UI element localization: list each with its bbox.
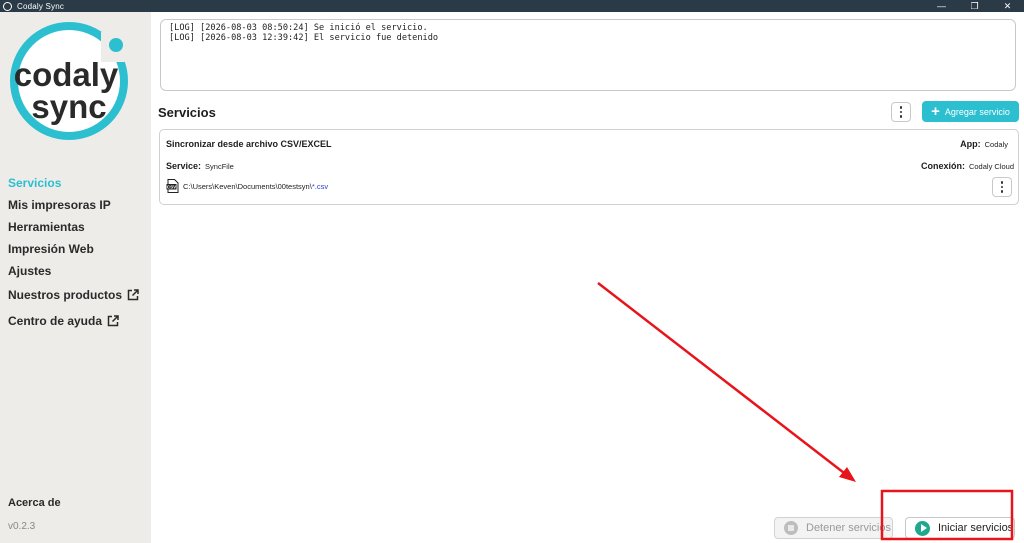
add-service-label: Agregar servicio bbox=[944, 106, 1010, 117]
window-controls: — ❐ ✕ bbox=[925, 0, 1024, 12]
sidebar-item-ayuda[interactable]: Centro de ayuda bbox=[8, 308, 148, 334]
log-line: [LOG] [2026-08-03 12:39:42] El servicio … bbox=[169, 33, 439, 43]
service-app: App: Codaly bbox=[960, 139, 1008, 149]
service-connection: Conexión: Codaly Cloud bbox=[921, 161, 1014, 171]
about-link[interactable]: Acerca de bbox=[8, 497, 61, 509]
log-output[interactable]: [LOG] [2026-08-03 08:50:24] Se inició el… bbox=[160, 19, 1016, 91]
sidebar: codaly sync Servicios Mis impresoras IP … bbox=[0, 12, 151, 543]
kebab-dot bbox=[899, 115, 903, 118]
sidebar-item-label: Ajustes bbox=[8, 264, 52, 278]
sidebar-item-label: Nuestros productos bbox=[8, 288, 123, 302]
sidebar-item-label: Centro de ayuda bbox=[8, 314, 103, 328]
kebab-dot bbox=[1000, 190, 1004, 193]
file-path: C:\Users\Keven\Documents\00testsyn\ bbox=[183, 181, 312, 191]
sidebar-item-productos[interactable]: Nuestros productos bbox=[8, 282, 148, 308]
service-type: Service: SyncFile bbox=[166, 161, 234, 171]
csv-file-icon: CSV bbox=[166, 179, 179, 193]
codaly-sync-logo: codaly sync bbox=[10, 22, 129, 140]
play-icon bbox=[915, 520, 930, 536]
app-icon bbox=[3, 1, 12, 11]
service-app-label: App: bbox=[960, 139, 981, 149]
stop-services-label: Detener servicios bbox=[806, 522, 891, 534]
title-bar: Codaly Sync — ❐ ✕ bbox=[0, 0, 1024, 12]
kebab-dot bbox=[899, 110, 903, 114]
maximize-icon[interactable]: ❐ bbox=[958, 0, 991, 12]
start-services-button[interactable]: Iniciar servicios bbox=[905, 517, 1015, 539]
version-label: v0.2.3 bbox=[8, 521, 36, 532]
sidebar-item-ajustes[interactable]: Ajustes bbox=[8, 260, 148, 282]
service-card[interactable]: Sincronizar desde archivo CSV/EXCEL Serv… bbox=[159, 129, 1019, 205]
sidebar-item-label: Mis impresoras IP bbox=[8, 198, 111, 212]
service-card-title: Sincronizar desde archivo CSV/EXCEL bbox=[166, 139, 332, 149]
csv-icon-text: CSV bbox=[167, 185, 177, 190]
service-type-value: SyncFile bbox=[205, 162, 234, 171]
annotation-arrow-line bbox=[597, 282, 849, 477]
sidebar-item-servicios[interactable]: Servicios bbox=[8, 172, 148, 194]
external-link-icon bbox=[107, 315, 119, 327]
window-title: Codaly Sync bbox=[17, 1, 65, 11]
page-title: Servicios bbox=[158, 105, 216, 120]
sidebar-nav: Servicios Mis impresoras IP Herramientas… bbox=[8, 172, 148, 334]
external-link-icon bbox=[127, 289, 139, 301]
plus-icon: + bbox=[931, 103, 940, 120]
sidebar-item-impresion-web[interactable]: Impresión Web bbox=[8, 238, 148, 260]
sidebar-item-label: Servicios bbox=[8, 176, 62, 190]
service-connection-value: Codaly Cloud bbox=[968, 162, 1014, 171]
services-menu-button[interactable] bbox=[891, 102, 911, 122]
minimize-icon[interactable]: — bbox=[925, 0, 958, 12]
add-service-button[interactable]: + Agregar servicio bbox=[922, 101, 1019, 122]
close-icon[interactable]: ✕ bbox=[991, 0, 1024, 12]
kebab-dot bbox=[899, 106, 903, 109]
annotation-arrow-head bbox=[839, 467, 856, 482]
service-app-value: Codaly bbox=[984, 140, 1008, 149]
kebab-dot bbox=[1000, 185, 1004, 189]
log-line: [LOG] [2026-08-03 08:50:24] Se inició el… bbox=[169, 23, 428, 33]
sidebar-item-label: Impresión Web bbox=[8, 242, 94, 256]
start-services-label: Iniciar servicios bbox=[938, 522, 1014, 534]
file-path-row: CSV C:\Users\Keven\Documents\00testsyn\ *… bbox=[166, 179, 328, 193]
service-type-label: Service: bbox=[166, 161, 202, 171]
stop-services-button[interactable]: Detener servicios bbox=[774, 517, 893, 539]
kebab-dot bbox=[1000, 181, 1004, 184]
service-connection-label: Conexión: bbox=[920, 161, 965, 171]
sidebar-item-herramientas[interactable]: Herramientas bbox=[8, 216, 148, 238]
stop-icon bbox=[784, 521, 798, 535]
file-extension: *.csv bbox=[311, 181, 329, 191]
sidebar-item-label: Herramientas bbox=[8, 220, 85, 234]
sidebar-item-impresoras[interactable]: Mis impresoras IP bbox=[8, 194, 148, 216]
logo-word-sync: sync bbox=[31, 88, 106, 125]
service-card-menu-button[interactable] bbox=[992, 177, 1012, 197]
